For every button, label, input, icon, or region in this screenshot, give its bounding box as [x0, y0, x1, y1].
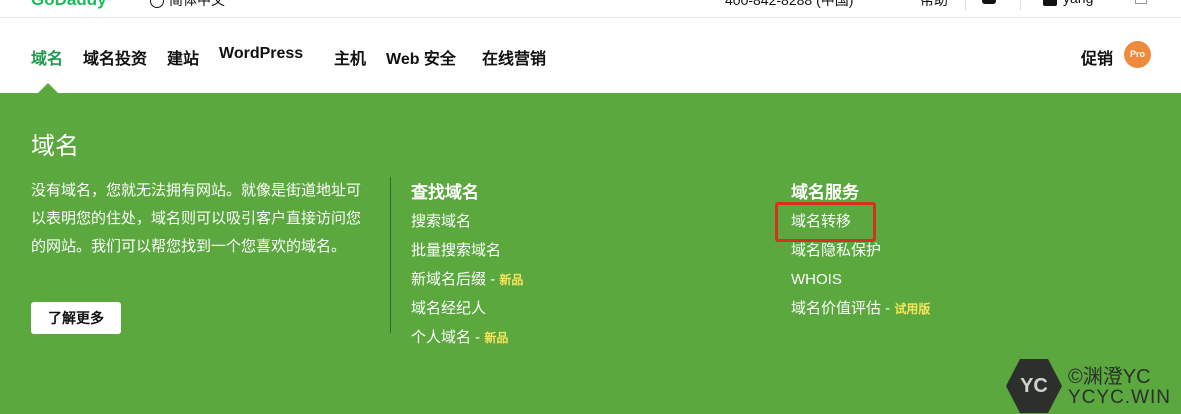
domains-dropdown-panel: 域名 没有域名，您就无法拥有网站。就像是街道地址可以表明您的住处，域名则可以吸引…	[0, 93, 1181, 414]
new-badge: 新品	[499, 273, 524, 287]
watermark-line2: YCYC.WIN	[1068, 387, 1171, 408]
nav-item-domains[interactable]: 域名	[31, 45, 63, 69]
link-bulk-search[interactable]: 批量搜索域名	[411, 236, 523, 265]
link-domain-broker[interactable]: 域名经纪人	[411, 294, 523, 323]
watermark-line1: ©渊澄YC	[1068, 366, 1151, 388]
link-personal-domain[interactable]: 个人域名 - 新品	[411, 323, 523, 352]
learn-more-button[interactable]: 了解更多	[31, 302, 121, 334]
nav-item-wordpress[interactable]: WordPress	[219, 45, 303, 63]
link-new-tlds[interactable]: 新域名后缀 - 新品	[411, 265, 523, 294]
user-menu[interactable]: yang	[1043, 0, 1093, 7]
highlight-box	[775, 202, 876, 242]
nav-item-domain-investing[interactable]: 域名投资	[83, 45, 147, 69]
globe-icon	[150, 0, 164, 9]
bell-icon[interactable]	[982, 0, 996, 4]
find-domains-column: 查找域名 搜索域名 批量搜索域名 新域名后缀 - 新品 域名经纪人 个人域名 -…	[411, 178, 523, 352]
beta-badge: 试用版	[894, 302, 931, 316]
link-search-domain[interactable]: 搜索域名	[411, 207, 523, 236]
promo-link[interactable]: 促销	[1081, 45, 1113, 69]
language-selector[interactable]: 简体中文	[150, 0, 225, 10]
watermark-logo: YC	[1006, 359, 1062, 413]
nav-item-websites[interactable]: 建站	[167, 45, 199, 69]
language-label: 简体中文	[169, 0, 225, 8]
panel-description: 没有域名，您就无法拥有网站。就像是街道地址可以表明您的住处，域名则可以吸引客户直…	[31, 182, 362, 255]
nav-item-web-security[interactable]: Web 安全	[386, 45, 456, 69]
user-name: yang	[1063, 0, 1093, 6]
column-heading: 域名服务	[791, 183, 859, 202]
new-badge: 新品	[484, 331, 509, 345]
cart-icon[interactable]	[1135, 0, 1147, 4]
nav-item-hosting[interactable]: 主机	[334, 45, 366, 69]
main-nav: 域名 域名投资 建站 WordPress 主机 Web 安全 在线营销 促销 P…	[0, 19, 1181, 93]
link-domain-appraisal[interactable]: 域名价值评估 - 试用版	[791, 294, 930, 323]
pro-badge[interactable]: Pro	[1124, 41, 1151, 68]
watermark: YC ©渊澄YC YCYC.WIN	[1006, 357, 1181, 414]
active-caret	[38, 83, 58, 93]
help-link[interactable]: 帮助	[920, 0, 948, 10]
divider	[965, 0, 966, 10]
nav-item-online-marketing[interactable]: 在线营销	[482, 45, 546, 69]
user-icon	[1043, 0, 1057, 7]
godaddy-logo[interactable]: GoDaddy	[31, 0, 107, 10]
column-heading: 查找域名	[411, 183, 479, 202]
phone-number[interactable]: 400-842-8288 (中国)	[725, 0, 853, 10]
panel-title: 域名	[31, 133, 79, 160]
domain-services-column: 域名服务 域名转移 域名隐私保护 WHOIS 域名价值评估 - 试用版	[791, 178, 930, 323]
link-whois[interactable]: WHOIS	[791, 265, 930, 294]
utility-bar: GoDaddy 简体中文 400-842-8288 (中国) 帮助 yang	[0, 0, 1181, 18]
divider	[1020, 0, 1021, 10]
column-divider	[390, 177, 391, 333]
